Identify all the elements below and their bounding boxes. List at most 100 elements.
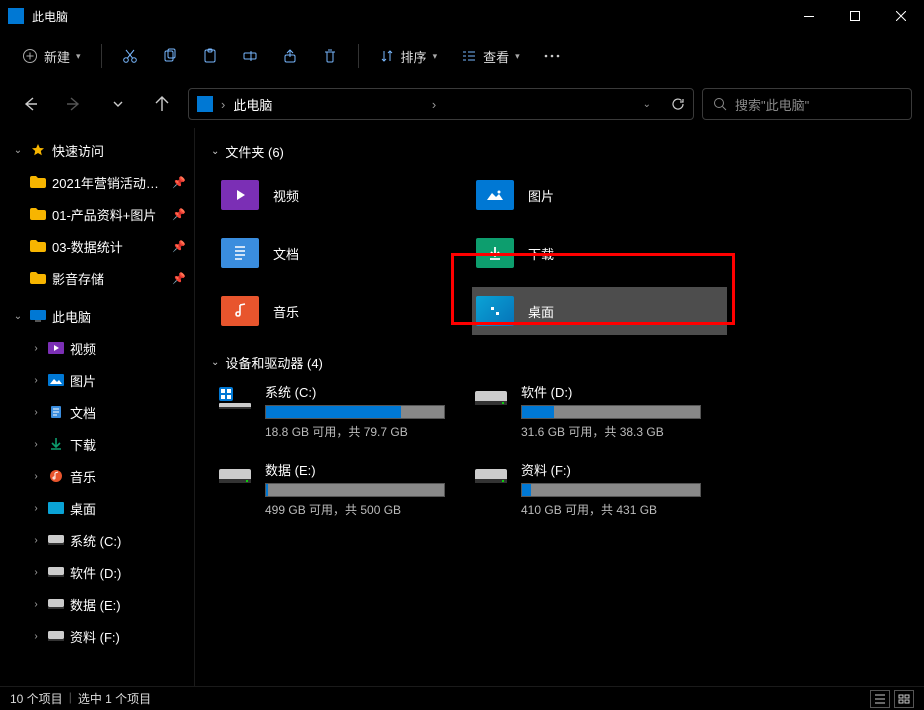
sidebar-item-label: 系统 (C:) (70, 531, 194, 550)
sidebar-item-music[interactable]: › 音乐 (0, 460, 194, 492)
address-sep: › (432, 97, 436, 112)
refresh-button[interactable] (671, 97, 685, 111)
folders-section-header[interactable]: ⌄ 文件夹 (6) (211, 142, 908, 161)
more-button[interactable] (534, 38, 570, 74)
chevron-down-icon[interactable]: ⌄ (643, 99, 651, 110)
drive-info: 数据 (E:) 499 GB 可用，共 500 GB (265, 460, 467, 518)
sidebar-item-drive-f[interactable]: › 资料 (F:) (0, 620, 194, 652)
pc-icon (197, 96, 213, 112)
video-folder-icon (48, 340, 64, 356)
sidebar-item-downloads[interactable]: › 下载 (0, 428, 194, 460)
sidebar-pinned-folder[interactable]: 影音存储 📌 (0, 262, 194, 294)
address-path: 此电脑 (233, 95, 423, 114)
sidebar-pinned-folder[interactable]: 03-数据统计 📌 (0, 230, 194, 262)
delete-button[interactable] (312, 38, 348, 74)
chevron-right-icon: › (30, 631, 42, 642)
pictures-folder-icon (48, 372, 64, 388)
forward-button[interactable] (56, 86, 92, 122)
folder-desktop[interactable]: 桌面 (472, 287, 727, 335)
sidebar-item-label: 下载 (70, 435, 194, 454)
folder-documents[interactable]: 文档 (217, 229, 472, 277)
sidebar-item-documents[interactable]: › 文档 (0, 396, 194, 428)
video-folder-icon (221, 180, 259, 210)
view-button[interactable]: 查看 ▾ (451, 38, 530, 74)
paste-button[interactable] (192, 38, 228, 74)
drive-f[interactable]: 资料 (F:) 410 GB 可用，共 431 GB (473, 460, 723, 518)
drives-section-header[interactable]: ⌄ 设备和驱动器 (4) (211, 353, 908, 372)
sort-button[interactable]: 排序 ▾ (369, 38, 448, 74)
address-bar[interactable]: › 此电脑 › ⌄ (188, 88, 694, 120)
drive-info: 系统 (C:) 18.8 GB 可用，共 79.7 GB (265, 382, 467, 440)
cut-button[interactable] (112, 38, 148, 74)
drive-usage-bar (521, 405, 701, 419)
arrow-up-icon (154, 96, 170, 112)
pin-icon: 📌 (172, 272, 186, 285)
chevron-down-icon: ⌄ (211, 357, 219, 368)
status-item-count: 10 个项目 (10, 690, 63, 707)
rename-icon (242, 48, 258, 64)
chevron-down-icon: ⌄ (12, 145, 24, 156)
new-button[interactable]: 新建 ▾ (12, 38, 91, 74)
up-button[interactable] (144, 86, 180, 122)
folder-label: 文档 (273, 244, 299, 263)
sidebar-item-desktop[interactable]: › 桌面 (0, 492, 194, 524)
chevron-right-icon: › (30, 567, 42, 578)
drive-icon (473, 384, 509, 412)
recent-button[interactable] (100, 86, 136, 122)
minimize-button[interactable] (786, 0, 832, 32)
sidebar-item-label: 音乐 (70, 467, 194, 486)
share-button[interactable] (272, 38, 308, 74)
details-view-button[interactable] (870, 690, 890, 708)
folder-downloads[interactable]: 下载 (472, 229, 727, 277)
music-folder-icon (48, 468, 64, 484)
rename-button[interactable] (232, 38, 268, 74)
sidebar-item-label: 软件 (D:) (70, 563, 194, 582)
downloads-folder-icon (48, 436, 64, 452)
back-button[interactable] (12, 86, 48, 122)
separator: | (69, 690, 72, 707)
toolbar: 新建 ▾ 排序 ▾ (0, 32, 924, 80)
content-area: ⌄ 文件夹 (6) 视频 图片 文档 (195, 128, 924, 686)
search-icon (713, 97, 727, 111)
close-button[interactable] (878, 0, 924, 32)
drive-c[interactable]: 系统 (C:) 18.8 GB 可用，共 79.7 GB (217, 382, 467, 440)
folder-icon (30, 174, 46, 190)
sidebar-this-pc[interactable]: ⌄ 此电脑 (0, 300, 194, 332)
drive-e[interactable]: 数据 (E:) 499 GB 可用，共 500 GB (217, 460, 467, 518)
titlebar: 此电脑 (0, 0, 924, 32)
copy-button[interactable] (152, 38, 188, 74)
folder-pictures[interactable]: 图片 (472, 171, 727, 219)
sidebar-item-drive-d[interactable]: › 软件 (D:) (0, 556, 194, 588)
navbar: › 此电脑 › ⌄ 搜索"此电脑" (0, 80, 924, 128)
search-input[interactable]: 搜索"此电脑" (702, 88, 912, 120)
sidebar-item-videos[interactable]: › 视频 (0, 332, 194, 364)
sidebar-item-label: 此电脑 (52, 307, 194, 326)
chevron-right-icon: › (30, 503, 42, 514)
sidebar-pinned-folder[interactable]: 01-产品资料+图片 📌 (0, 198, 194, 230)
sidebar-item-label: 影音存储 (52, 269, 166, 288)
search-placeholder: 搜索"此电脑" (735, 95, 809, 114)
sidebar-item-label: 视频 (70, 339, 194, 358)
paste-icon (202, 48, 218, 64)
icons-view-button[interactable] (894, 690, 914, 708)
drive-d[interactable]: 软件 (D:) 31.6 GB 可用，共 38.3 GB (473, 382, 723, 440)
sidebar-quick-access[interactable]: ⌄ 快速访问 (0, 134, 194, 166)
sidebar-pinned-folder[interactable]: 2021年营销活动&卖 📌 (0, 166, 194, 198)
folder-icon (30, 238, 46, 254)
sidebar-item-label: 文档 (70, 403, 194, 422)
sidebar-item-pictures[interactable]: › 图片 (0, 364, 194, 396)
folder-music[interactable]: 音乐 (217, 287, 472, 335)
drive-free-text: 499 GB 可用，共 500 GB (265, 501, 467, 518)
folder-label: 视频 (273, 186, 299, 205)
sort-label: 排序 (401, 47, 427, 66)
sidebar-item-drive-e[interactable]: › 数据 (E:) (0, 588, 194, 620)
section-title: 文件夹 (6) (225, 142, 284, 161)
chevron-right-icon: › (30, 343, 42, 354)
new-label: 新建 (44, 47, 70, 66)
chevron-down-icon: ⌄ (12, 311, 24, 322)
folder-videos[interactable]: 视频 (217, 171, 472, 219)
pin-icon: 📌 (172, 208, 186, 221)
maximize-button[interactable] (832, 0, 878, 32)
sidebar-item-label: 快速访问 (52, 141, 194, 160)
sidebar-item-drive-c[interactable]: › 系统 (C:) (0, 524, 194, 556)
